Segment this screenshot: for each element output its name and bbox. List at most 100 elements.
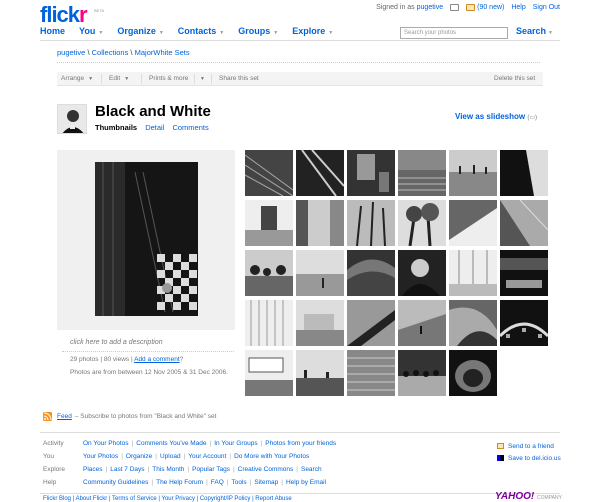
photo-thumbnail[interactable]	[296, 250, 344, 296]
photo-thumbnail[interactable]	[449, 150, 497, 196]
prints-dropdown[interactable]: ▼	[197, 75, 205, 82]
photo-thumbnail[interactable]	[347, 150, 395, 196]
mail-icon[interactable]	[466, 4, 476, 11]
photo-thumbnail[interactable]	[500, 150, 548, 196]
chevron-down-icon[interactable]: ▼	[124, 76, 129, 82]
nav-explore[interactable]: Explore ▼	[292, 26, 333, 36]
photo-thumbnail[interactable]	[347, 300, 395, 346]
chevron-down-icon[interactable]: ▼	[273, 30, 278, 36]
photo-thumbnail[interactable]	[449, 200, 497, 246]
footer-link[interactable]: Community Guidelines	[83, 479, 148, 492]
send-to-friend-link[interactable]: Send to a friend	[508, 443, 554, 450]
arrange-button[interactable]: Arrange ▼	[61, 75, 93, 82]
photo-thumbnail[interactable]	[245, 200, 293, 246]
photo-thumbnail[interactable]	[245, 150, 293, 196]
photo-thumbnail[interactable]	[500, 300, 548, 346]
delete-set-button[interactable]: Delete this set	[494, 75, 535, 82]
chevron-down-icon[interactable]: ▼	[98, 30, 103, 36]
photo-thumbnail[interactable]	[398, 300, 446, 346]
footer-link[interactable]: The Help Forum	[156, 479, 203, 492]
view-switcher: Thumbnails Detail Comments	[95, 123, 209, 132]
set-stats: 29 photos | 80 views | Add a comment?	[70, 356, 183, 363]
footer-link[interactable]: Sitemap	[254, 479, 278, 492]
photo-thumbnail[interactable]	[449, 350, 497, 396]
new-mail-link[interactable]: (90 new)	[477, 4, 504, 11]
footer-link[interactable]: This Month	[152, 466, 184, 479]
help-link[interactable]: Help	[511, 4, 525, 11]
prints-button[interactable]: Prints & more	[149, 75, 188, 82]
chevron-down-icon[interactable]: ▼	[219, 30, 224, 36]
description-divider	[62, 351, 234, 352]
search-input[interactable]: Search your photos	[400, 27, 508, 39]
footer-link[interactable]: Places	[83, 466, 103, 479]
chevron-down-icon[interactable]: ▼	[328, 30, 333, 36]
photo-thumbnail[interactable]	[347, 250, 395, 296]
photo-thumbnail[interactable]	[398, 350, 446, 396]
description-prompt[interactable]: click here to add a description	[70, 339, 163, 346]
nav-you[interactable]: You ▼	[79, 26, 103, 36]
nav-organize[interactable]: Organize ▼	[117, 26, 163, 36]
primary-photo[interactable]	[95, 162, 198, 316]
photo-thumbnail[interactable]	[245, 250, 293, 296]
chevron-down-icon[interactable]: ▼	[159, 30, 164, 36]
add-comment-link[interactable]: Add a comment	[134, 356, 180, 363]
cart-icon[interactable]	[450, 4, 460, 11]
chevron-down-icon[interactable]: ▼	[88, 76, 93, 82]
photo-thumbnail[interactable]	[500, 200, 548, 246]
nav-home[interactable]: Home	[40, 26, 65, 36]
yahoo-logo[interactable]: YAHOO! COMPANY	[495, 491, 562, 502]
footer-link[interactable]: Last 7 Days	[110, 466, 144, 479]
breadcrumb-current[interactable]: MajorWhite Sets	[135, 48, 190, 57]
share-set-button[interactable]: Share this set	[219, 75, 259, 82]
footer-link[interactable]: Comments You've Made	[136, 440, 206, 453]
photo-thumbnail[interactable]	[500, 250, 548, 296]
photo-thumbnail[interactable]	[245, 300, 293, 346]
photo-thumbnail[interactable]	[347, 200, 395, 246]
footer-link[interactable]: Do More with Your Photos	[234, 453, 309, 466]
photo-thumbnail[interactable]	[398, 200, 446, 246]
photo-thumbnail[interactable]	[347, 350, 395, 396]
slideshow-link[interactable]: View as slideshow (▭)	[455, 112, 537, 121]
chevron-down-icon[interactable]: ▼	[548, 30, 553, 36]
avatar[interactable]	[57, 104, 87, 134]
username-link[interactable]: pugetive	[417, 4, 443, 11]
photo-thumbnail[interactable]	[245, 350, 293, 396]
footer-link[interactable]: Tools	[231, 479, 246, 492]
footer-link[interactable]: In Your Groups	[214, 440, 257, 453]
photo-thumbnail[interactable]	[296, 150, 344, 196]
breadcrumb-user[interactable]: pugetive	[57, 48, 85, 57]
nav-groups[interactable]: Groups ▼	[238, 26, 278, 36]
photo-thumbnail[interactable]	[449, 250, 497, 296]
photo-thumbnail[interactable]	[296, 200, 344, 246]
footer-link[interactable]: Popular Tags	[192, 466, 230, 479]
bottom-links[interactable]: Flickr Blog | About Flickr | Terms of Se…	[43, 496, 292, 502]
rss-icon[interactable]	[43, 412, 52, 421]
photo-thumbnail[interactable]	[398, 150, 446, 196]
photo-thumbnail[interactable]	[296, 350, 344, 396]
divider	[194, 74, 195, 84]
footer-link[interactable]: Your Photos	[83, 453, 118, 466]
photo-thumbnail[interactable]	[296, 300, 344, 346]
chevron-down-icon[interactable]: ▼	[200, 76, 205, 82]
view-detail-link[interactable]: Detail	[145, 123, 164, 132]
feed-link[interactable]: Feed	[57, 413, 72, 420]
photo-thumbnail[interactable]	[398, 250, 446, 296]
footer-link[interactable]: Photos from your friends	[265, 440, 336, 453]
search-button[interactable]: Search ▼	[516, 26, 553, 36]
footer-link[interactable]: On Your Photos	[83, 440, 129, 453]
footer-link[interactable]: Organize	[126, 453, 152, 466]
flickr-logo[interactable]: flickr BETA	[40, 2, 104, 28]
footer-link[interactable]: Creative Commons	[238, 466, 294, 479]
view-comments-link[interactable]: Comments	[172, 123, 208, 132]
footer-link[interactable]: Upload	[160, 453, 181, 466]
delicious-link[interactable]: Save to del.icio.us	[508, 455, 561, 462]
sign-out-link[interactable]: Sign Out	[533, 4, 560, 11]
breadcrumb-collections[interactable]: Collections	[92, 48, 129, 57]
footer-link[interactable]: Help by Email	[286, 479, 326, 492]
footer-link[interactable]: Your Account	[188, 453, 226, 466]
edit-button[interactable]: Edit ▼	[109, 75, 129, 82]
footer-link[interactable]: FAQ	[211, 479, 224, 492]
nav-contacts[interactable]: Contacts ▼	[178, 26, 224, 36]
photo-thumbnail[interactable]	[449, 300, 497, 346]
footer-link[interactable]: Search	[301, 466, 322, 479]
